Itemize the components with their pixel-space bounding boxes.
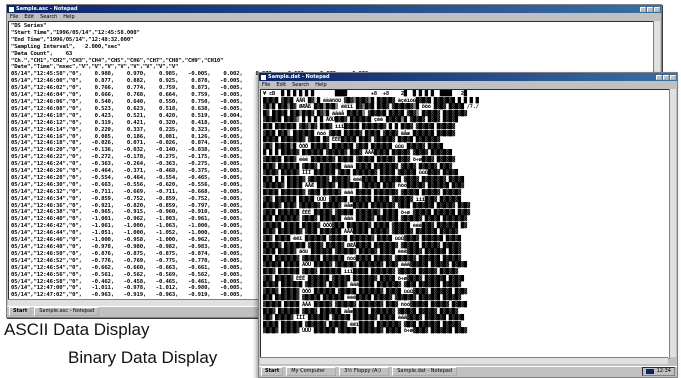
start-button[interactable]: Start (9, 307, 32, 316)
binary-caption: Binary Data Display (68, 348, 218, 367)
binary-taskbar: Start My Computer 3½ Floppy (A:) Sample.… (259, 366, 677, 376)
maximize-icon[interactable] (663, 74, 669, 80)
binary-menu-bar: File Edit Search Help (259, 81, 677, 88)
binary-text-area[interactable]: ¥ cB █ █ █ █ █ █ ████ +8 +8 2█ █ █ █ █ █… (260, 89, 670, 359)
menu-help[interactable]: Help (315, 82, 326, 88)
notepad-icon (9, 6, 14, 12)
close-icon[interactable] (654, 6, 660, 12)
close-icon[interactable] (670, 74, 676, 80)
menu-file[interactable]: File (262, 82, 270, 88)
clock: 12:34 (656, 368, 671, 374)
taskbar-item-sample-dat[interactable]: Sample.dat - Notepad (392, 367, 457, 376)
menu-search[interactable]: Search (40, 14, 57, 20)
menu-edit[interactable]: Edit (24, 14, 34, 20)
minimize-icon[interactable] (656, 74, 662, 80)
binary-notepad-window[interactable]: Sample.dat - Notepad File Edit Search He… (258, 72, 678, 378)
ascii-title-bar[interactable]: Sample.asc - Notepad (7, 5, 661, 13)
tray-icon (645, 369, 654, 374)
start-button[interactable]: Start (261, 367, 284, 376)
menu-file[interactable]: File (10, 14, 18, 20)
binary-vertical-scrollbar[interactable] (669, 89, 676, 357)
ascii-menu-bar: File Edit Search Help (7, 13, 661, 20)
binary-title-bar[interactable]: Sample.dat - Notepad (259, 73, 677, 81)
minimize-icon[interactable] (640, 6, 646, 12)
menu-help[interactable]: Help (63, 14, 74, 20)
taskbar-item-sample-asc[interactable]: Sample.asc - Notepad (34, 307, 100, 316)
system-tray: 12:34 (641, 367, 675, 376)
menu-search[interactable]: Search (292, 82, 309, 88)
ascii-caption: ASCII Data Display (4, 320, 150, 339)
menu-edit[interactable]: Edit (276, 82, 286, 88)
binary-window-title: Sample.dat - Notepad (268, 74, 330, 80)
ascii-window-title: Sample.asc - Notepad (16, 6, 78, 12)
notepad-icon (261, 74, 266, 80)
binary-horizontal-scrollbar[interactable] (260, 357, 668, 364)
binary-text-content: ¥ cB █ █ █ █ █ █ ████ +8 +8 2█ █ █ █ █ █… (263, 91, 479, 335)
taskbar-item-my-computer[interactable]: My Computer (286, 367, 337, 376)
taskbar-item-floppy[interactable]: 3½ Floppy (A:) (339, 367, 390, 376)
maximize-icon[interactable] (647, 6, 653, 12)
